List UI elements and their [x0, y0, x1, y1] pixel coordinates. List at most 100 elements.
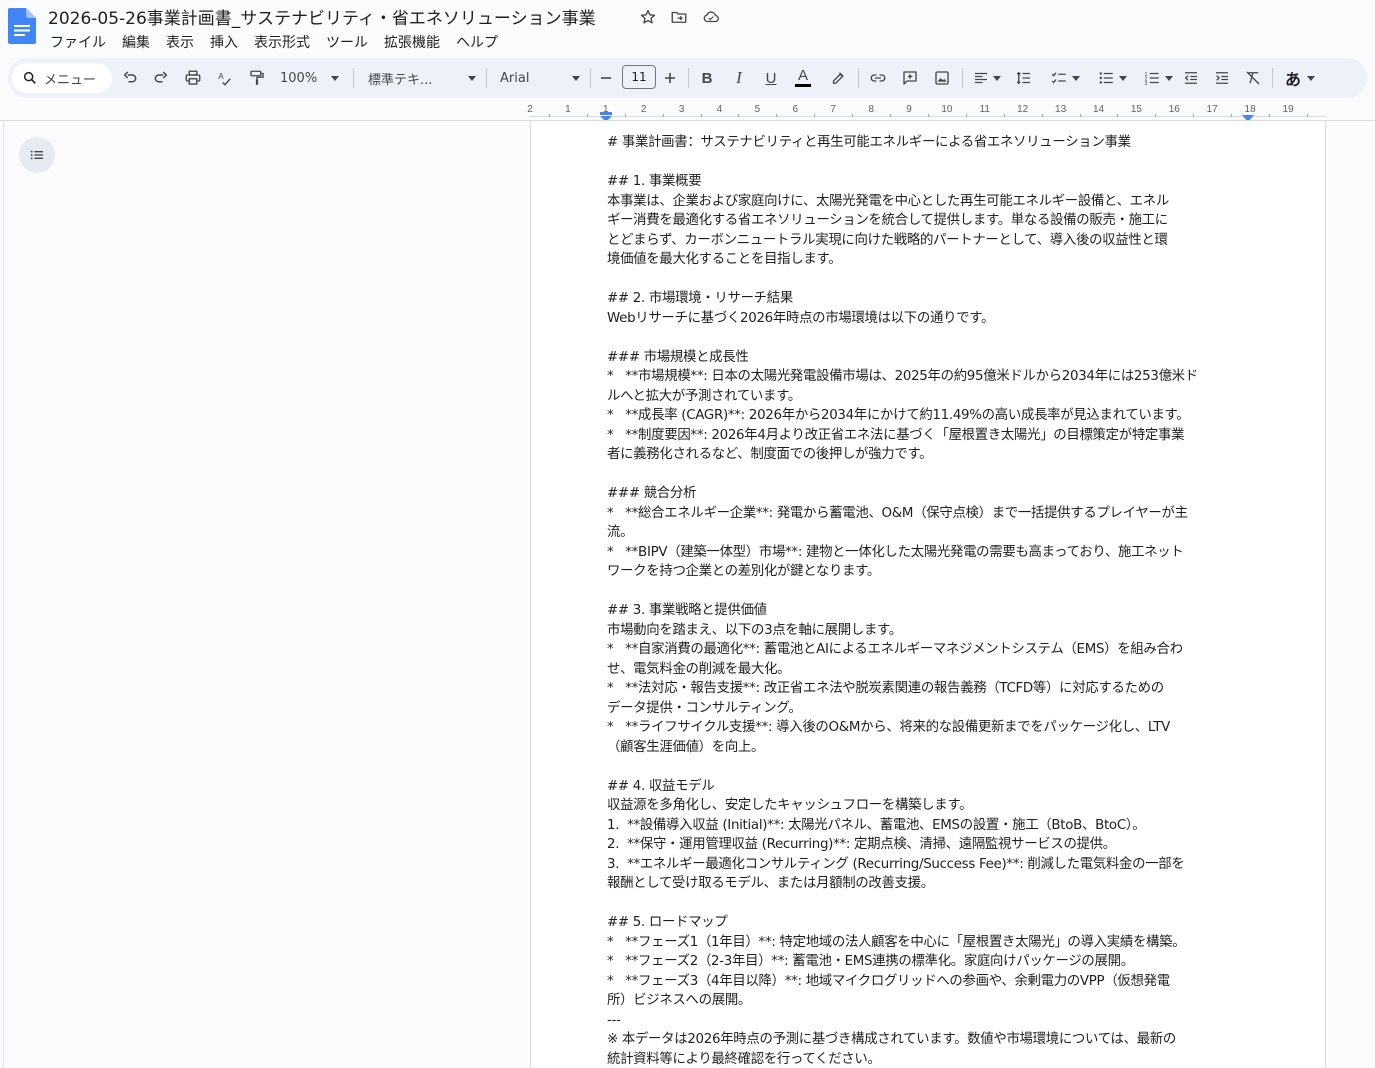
- document-line[interactable]: * **フェーズ3（4年目以降）**: 地域マイクログリッドへの参画や、余剰電力…: [607, 972, 1251, 992]
- document-line[interactable]: 報酬として受け取るモデル、または月額制の改善支援。: [607, 874, 1251, 894]
- document-line[interactable]: 境価値を最大化することを目指します。: [607, 250, 1251, 270]
- document-line[interactable]: ---: [607, 1011, 1251, 1031]
- document-line[interactable]: 者に義務化されるなど、制度面での後押しが強力です。: [607, 445, 1251, 465]
- horizontal-ruler[interactable]: 2 1 1 2 3 4 5 6 7 8 9 10 11 12 13 14 15 16 17 18 19: [527, 102, 1326, 120]
- document-line[interactable]: [607, 153, 1251, 173]
- right-indent-marker[interactable]: [1242, 107, 1254, 122]
- document-line[interactable]: [607, 270, 1251, 290]
- document-line[interactable]: 収益源を多角化し、安定したキャッシュフローを構築します。: [607, 796, 1251, 816]
- document-line[interactable]: ## 2. 市場環境・リサーチ結果: [607, 289, 1251, 309]
- menu-insert[interactable]: 挿入: [202, 30, 246, 54]
- list-outline-icon: [30, 150, 43, 160]
- menu-edit[interactable]: 編集: [114, 30, 158, 54]
- menu-help[interactable]: ヘルプ: [448, 30, 506, 54]
- input-tools-dropdown[interactable]: あ: [1280, 64, 1320, 92]
- document-line[interactable]: ワークを持つ企業との差別化が鍵となります。: [607, 562, 1251, 582]
- menu-file[interactable]: ファイル: [42, 30, 114, 54]
- docs-logo-icon[interactable]: [8, 8, 36, 44]
- decrease-font-size-icon[interactable]: [596, 64, 616, 92]
- text-color-button[interactable]: A: [791, 64, 815, 92]
- document-line[interactable]: # 事業計画書：サステナビリティと再生可能エネルギーによる省エネソリューション事…: [607, 133, 1251, 153]
- left-indent-marker[interactable]: [600, 107, 612, 122]
- document-line[interactable]: ## 4. 収益モデル: [607, 777, 1251, 797]
- document-line[interactable]: ## 5. ロードマップ: [607, 913, 1251, 933]
- document-line[interactable]: * **総合エネルギー企業**: 発電から蓄電池、O&M（保守点検）まで一括提供…: [607, 504, 1251, 524]
- document-line[interactable]: ### 競合分析: [607, 484, 1251, 504]
- document-line[interactable]: [607, 465, 1251, 485]
- document-line[interactable]: 本事業は、企業および家庭向けに、太陽光発電を中心とした再生可能エネルギー設備と、…: [607, 192, 1251, 212]
- vertical-ruler: [0, 121, 4, 1068]
- checklist-dropdown[interactable]: [1043, 64, 1087, 92]
- star-icon[interactable]: [637, 6, 659, 28]
- increase-indent-icon[interactable]: [1210, 64, 1234, 92]
- document-line[interactable]: 市場動向を踏まえ、以下の3点を軸に展開します。: [607, 621, 1251, 641]
- add-comment-icon[interactable]: [898, 64, 922, 92]
- document-line[interactable]: ※ 本データは2026年時点の予測に基づき構成されています。数値や市場環境につい…: [607, 1030, 1251, 1050]
- document-line[interactable]: * **自家消費の最適化**: 蓄電池とAIによるエネルギーマネジメントシステム…: [607, 640, 1251, 660]
- document-line[interactable]: 統計資料等により最終確認を行ってください。: [607, 1050, 1251, 1068]
- document-line[interactable]: [607, 894, 1251, 914]
- insert-image-icon[interactable]: [930, 64, 954, 92]
- document-title[interactable]: 2026-05-26事業計画書_サステナビリティ・省エネソリューション事業: [48, 4, 596, 29]
- menu-view[interactable]: 表示: [158, 30, 202, 54]
- undo-icon[interactable]: [118, 64, 142, 92]
- document-line[interactable]: 流。: [607, 523, 1251, 543]
- menu-search-box[interactable]: メニュー: [12, 63, 112, 93]
- document-line[interactable]: ルへと拡大が予測されています。: [607, 387, 1251, 407]
- document-line[interactable]: * **BIPV（建築一体型）市場**: 建物と一体化した太陽光発電の需要も高ま…: [607, 543, 1251, 563]
- italic-button[interactable]: I: [727, 64, 751, 92]
- document-line[interactable]: （顧客生涯価値）を向上。: [607, 738, 1251, 758]
- document-outline-button[interactable]: [19, 137, 55, 173]
- document-line[interactable]: 所）ビジネスへの展開。: [607, 991, 1251, 1011]
- numbered-list-dropdown[interactable]: 123: [1136, 64, 1180, 92]
- document-line[interactable]: データ提供・コンサルティング。: [607, 699, 1251, 719]
- redo-icon[interactable]: [149, 64, 173, 92]
- menu-tools[interactable]: ツール: [318, 30, 376, 54]
- zoom-dropdown[interactable]: 100%: [280, 64, 350, 92]
- document-line[interactable]: * **フェーズ1（1年目）**: 特定地域の法人顧客を中心に「屋根置き太陽光」…: [607, 933, 1251, 953]
- move-to-folder-icon[interactable]: [668, 6, 690, 28]
- clear-formatting-icon[interactable]: [1241, 64, 1265, 92]
- menu-format[interactable]: 表示形式: [246, 30, 318, 54]
- document-line[interactable]: [607, 582, 1251, 602]
- decrease-indent-icon[interactable]: [1179, 64, 1203, 92]
- document-line[interactable]: 3. **エネルギー最適化コンサルティング (Recurring/Success…: [607, 855, 1251, 875]
- document-line[interactable]: ## 3. 事業戦略と提供価値: [607, 601, 1251, 621]
- bulleted-list-dropdown[interactable]: [1090, 64, 1134, 92]
- document-line[interactable]: ## 1. 事業概要: [607, 172, 1251, 192]
- document-line[interactable]: [607, 757, 1251, 777]
- document-line[interactable]: [607, 328, 1251, 348]
- font-size-input[interactable]: 11: [622, 65, 656, 89]
- document-line[interactable]: ギー消費を最適化する省エネソリューションを統合して提供します。単なる設備の販売・…: [607, 211, 1251, 231]
- ruler-tick: [927, 114, 929, 117]
- increase-font-size-icon[interactable]: [660, 64, 680, 92]
- document-line[interactable]: * **ライフサイクル支援**: 導入後のO&Mから、将来的な設備更新までをパッ…: [607, 718, 1251, 738]
- document-line[interactable]: とどまらず、カーボンニュートラル実現に向けた戦略的パートナーとして、導入後の収益…: [607, 231, 1251, 251]
- menu-extensions[interactable]: 拡張機能: [376, 30, 448, 54]
- highlight-pen-icon[interactable]: [826, 64, 850, 92]
- document-line[interactable]: 1. **設備導入収益 (Initial)**: 太陽光パネル、蓄電池、EMSの…: [607, 816, 1251, 836]
- document-line[interactable]: * **成長率 (CAGR)**: 2026年から2034年にかけて約11.49…: [607, 406, 1251, 426]
- document-line[interactable]: Webリサーチに基づく2026年時点の市場環境は以下の通りです。: [607, 309, 1251, 329]
- document-line[interactable]: せ、電気料金の削減を最大化。: [607, 660, 1251, 680]
- cloud-status-icon[interactable]: [700, 6, 722, 28]
- spellcheck-icon[interactable]: A: [213, 64, 237, 92]
- ruler-number: 16: [1168, 104, 1180, 115]
- align-dropdown[interactable]: [969, 64, 1003, 92]
- document-line[interactable]: * **フェーズ2（2-3年目）**: 蓄電池・EMS連携の標準化。家庭向けパッ…: [607, 952, 1251, 972]
- paint-format-icon[interactable]: [245, 64, 269, 92]
- document-page[interactable]: # 事業計画書：サステナビリティと再生可能エネルギーによる省エネソリューション事…: [530, 121, 1326, 1068]
- document-line[interactable]: ### 市場規模と成長性: [607, 348, 1251, 368]
- document-line[interactable]: * **法対応・報告支援**: 改正省エネ法や脱炭素関連の報告義務（TCFD等）…: [607, 679, 1251, 699]
- font-dropdown[interactable]: Arial: [500, 64, 580, 92]
- document-line[interactable]: 2. **保守・運用管理収益 (Recurring)**: 定期点検、清掃、遠隔…: [607, 835, 1251, 855]
- link-icon[interactable]: [866, 64, 890, 92]
- paragraph-style-dropdown[interactable]: 標準テキ...: [368, 64, 476, 92]
- bold-button[interactable]: B: [695, 64, 719, 92]
- document-body[interactable]: # 事業計画書：サステナビリティと再生可能エネルギーによる省エネソリューション事…: [607, 133, 1251, 1068]
- line-spacing-icon[interactable]: [1012, 64, 1036, 92]
- document-line[interactable]: * **制度要因**: 2026年4月より改正省エネ法に基づく「屋根置き太陽光」…: [607, 426, 1251, 446]
- document-line[interactable]: * **市場規模**: 日本の太陽光発電設備市場は、2025年の約95億米ドルか…: [607, 367, 1251, 387]
- print-icon[interactable]: [181, 64, 205, 92]
- underline-button[interactable]: U: [759, 64, 783, 92]
